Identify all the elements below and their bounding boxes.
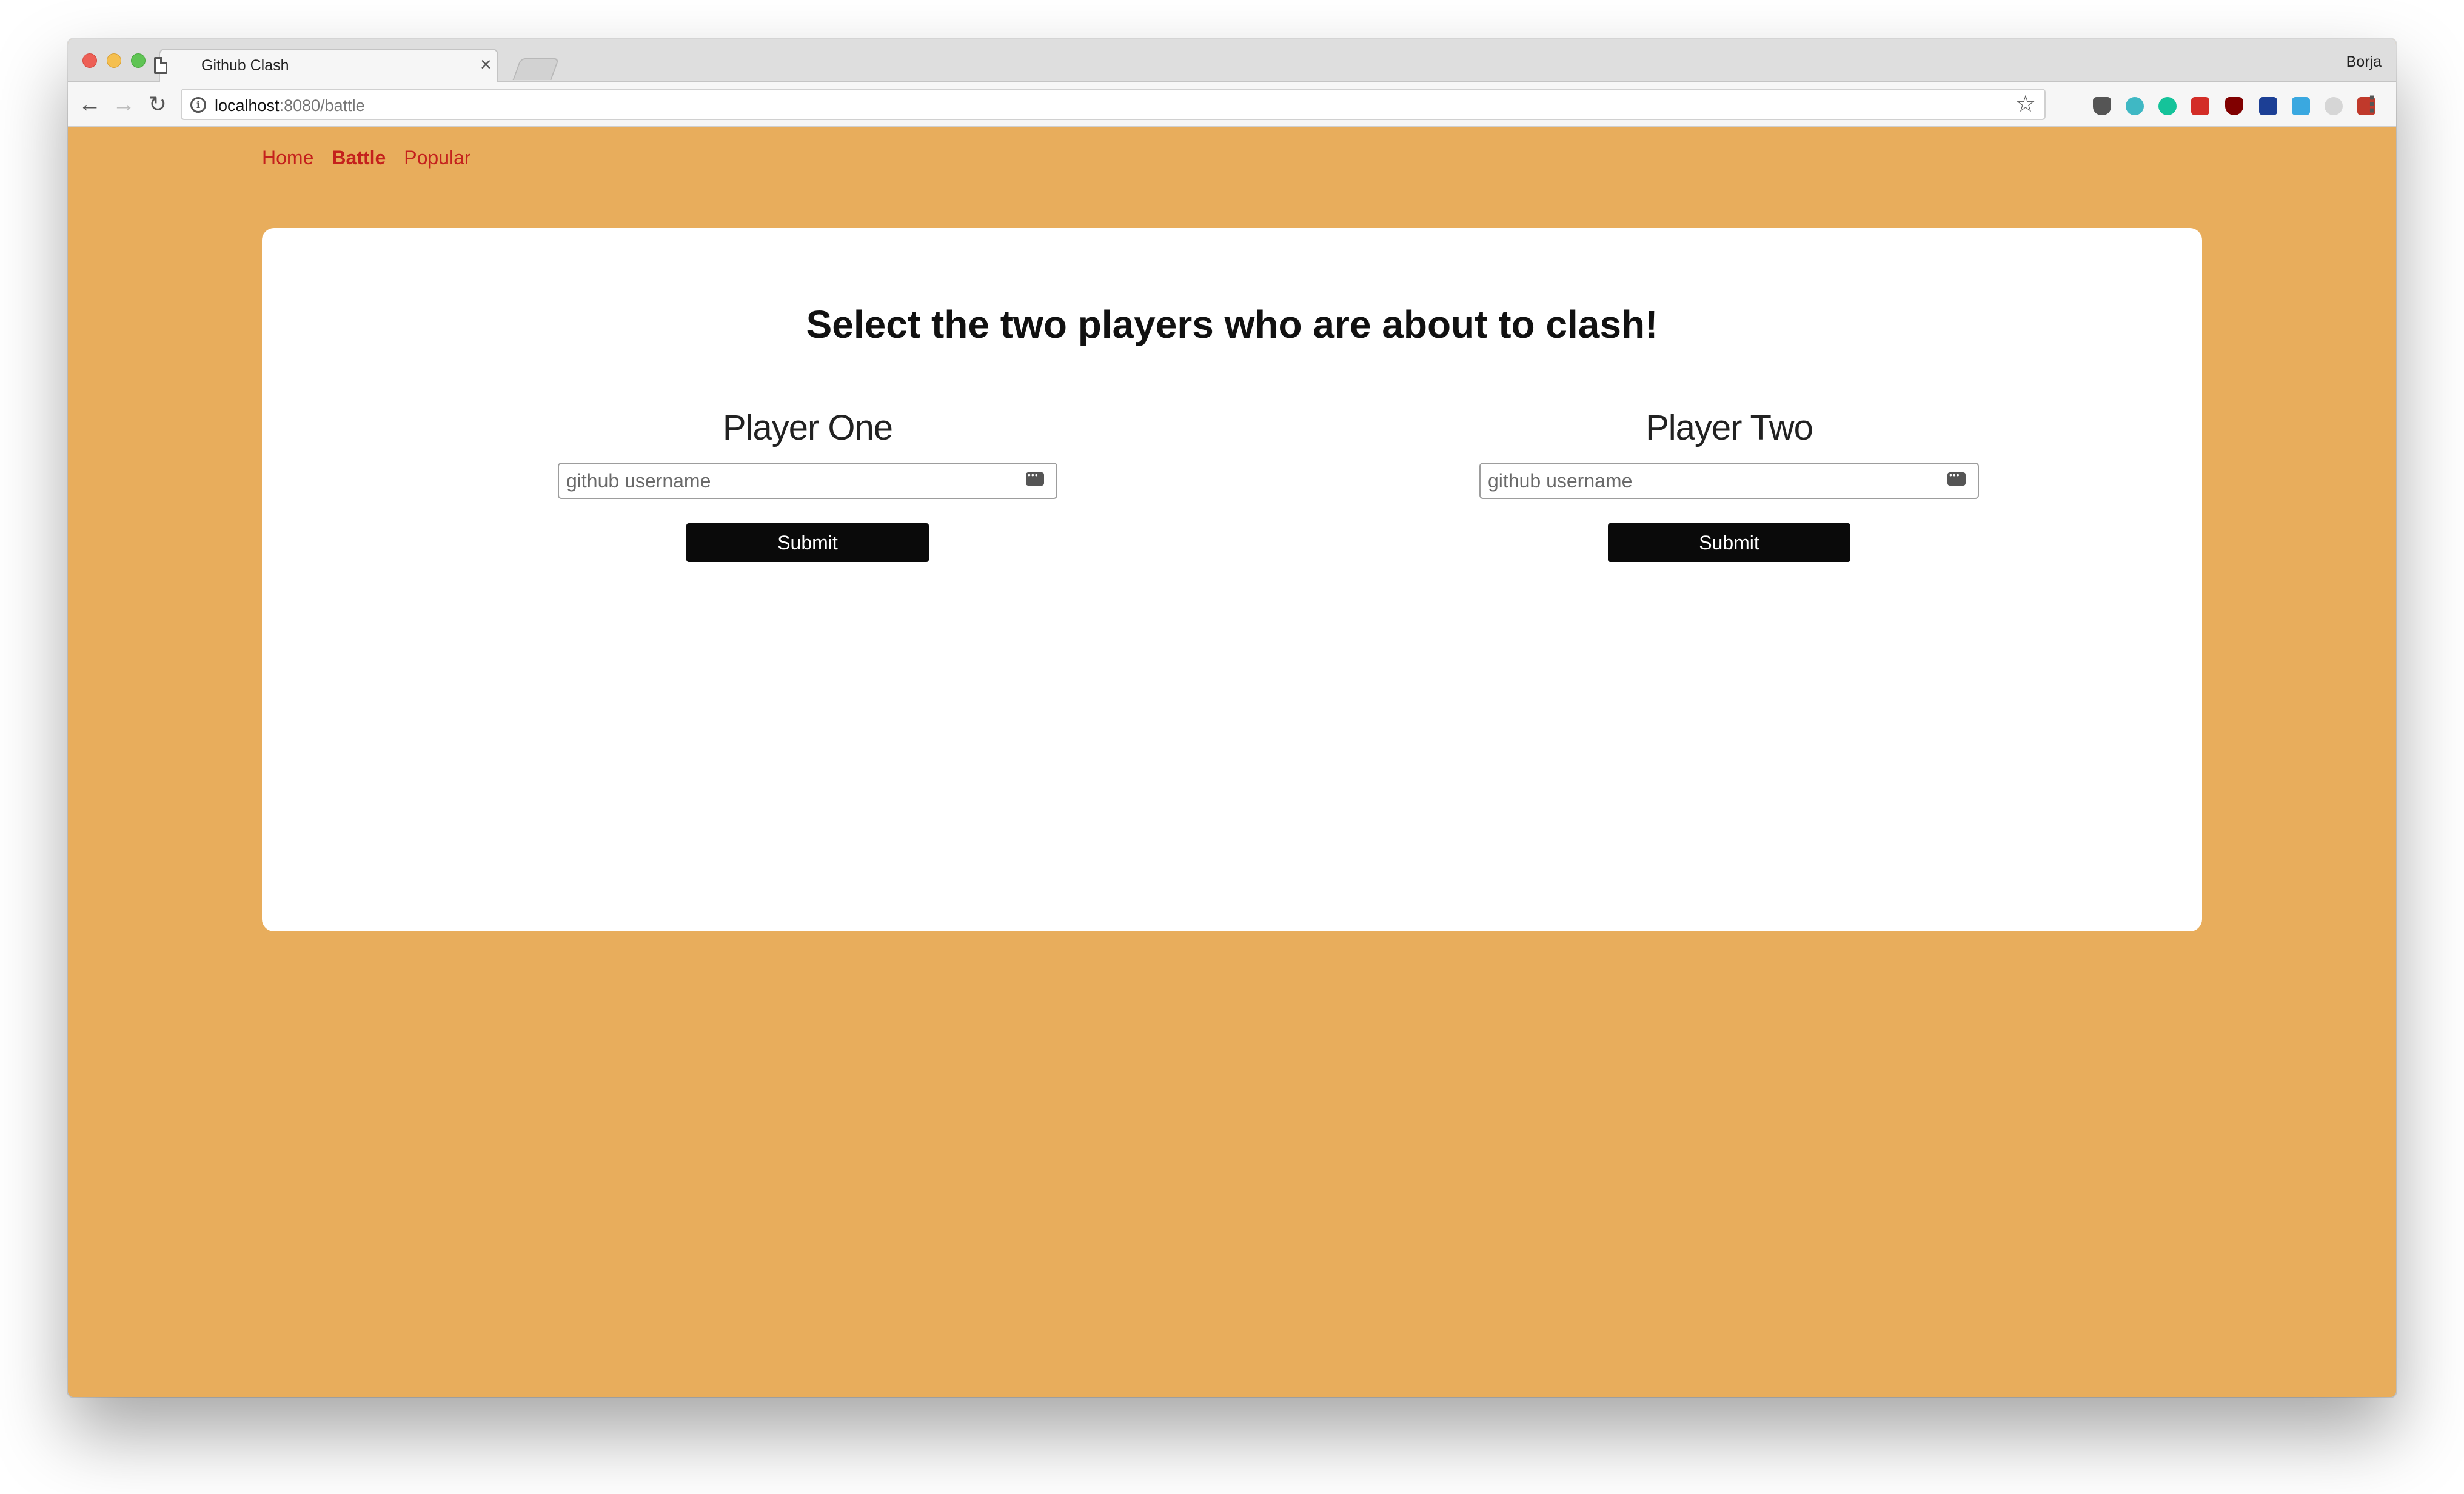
player-one-form: Player One Submit	[444, 407, 1171, 562]
player-one-username-input[interactable]	[559, 464, 1056, 498]
back-arrow-icon[interactable]: ←	[76, 91, 103, 118]
url-path: :8080/battle	[279, 96, 365, 115]
nav-home-link[interactable]: Home	[262, 147, 313, 169]
document-icon	[154, 57, 167, 74]
browser-toolbar: ← → ↻ i localhost:8080/battle ☆ ⋮	[68, 82, 2396, 127]
page-heading: Select the two players who are about to …	[806, 303, 1658, 346]
browser-menu-icon[interactable]: ⋮	[2361, 91, 2383, 118]
profile-name[interactable]: Borja	[2346, 53, 2382, 71]
player-one-field[interactable]	[558, 463, 1057, 499]
lastpass-icon[interactable]	[2191, 97, 2209, 115]
player-two-field[interactable]	[1479, 463, 1979, 499]
player-one-submit-button[interactable]: Submit	[686, 523, 929, 562]
address-bar[interactable]: i localhost:8080/battle ☆	[181, 89, 2046, 120]
tab-bar: Github Clash × Borja	[68, 39, 2396, 84]
maximize-window-button[interactable]	[131, 53, 146, 68]
info-icon[interactable]: i	[190, 97, 206, 113]
player-two-title: Player Two	[1645, 408, 1813, 447]
g-ext-icon[interactable]	[2292, 97, 2310, 115]
forward-arrow-icon[interactable]: →	[110, 91, 137, 118]
new-tab-button[interactable]	[512, 58, 560, 80]
battle-card: Select the two players who are about to …	[262, 228, 2202, 931]
ext-60-icon[interactable]	[2259, 97, 2277, 115]
main-nav: Home Battle Popular	[262, 147, 471, 169]
pocket-icon[interactable]	[2093, 97, 2111, 115]
player-two-submit-button[interactable]: Submit	[1608, 523, 1850, 562]
grammarly-icon[interactable]	[2158, 97, 2177, 115]
player-two-username-input[interactable]	[1481, 464, 1978, 498]
player-one-title: Player One	[722, 408, 893, 447]
bookmark-star-icon[interactable]: ☆	[2015, 92, 2036, 116]
minimize-window-button[interactable]	[107, 53, 121, 68]
page-viewport: Home Battle Popular Select the two playe…	[68, 129, 2396, 1397]
url-text[interactable]: localhost:8080/battle	[215, 96, 365, 115]
reload-icon[interactable]: ↻	[144, 91, 171, 118]
close-window-button[interactable]	[82, 53, 97, 68]
ublock-icon[interactable]	[2225, 97, 2243, 115]
nav-battle-link[interactable]: Battle	[332, 147, 386, 169]
search-ext-icon[interactable]	[2325, 97, 2343, 115]
player-two-form: Player Two Submit	[1365, 407, 2093, 562]
browser-window: Github Clash × Borja ← → ↻ i localhost:8…	[68, 39, 2396, 1397]
nav-popular-link[interactable]: Popular	[404, 147, 470, 169]
url-host: localhost	[215, 96, 280, 115]
circle-ext-icon[interactable]	[2126, 97, 2144, 115]
keychain-icon[interactable]	[1026, 470, 1044, 486]
tab-close-icon[interactable]: ×	[480, 55, 492, 74]
keychain-icon[interactable]	[1947, 470, 1966, 486]
tab-title: Github Clash	[201, 57, 289, 74]
